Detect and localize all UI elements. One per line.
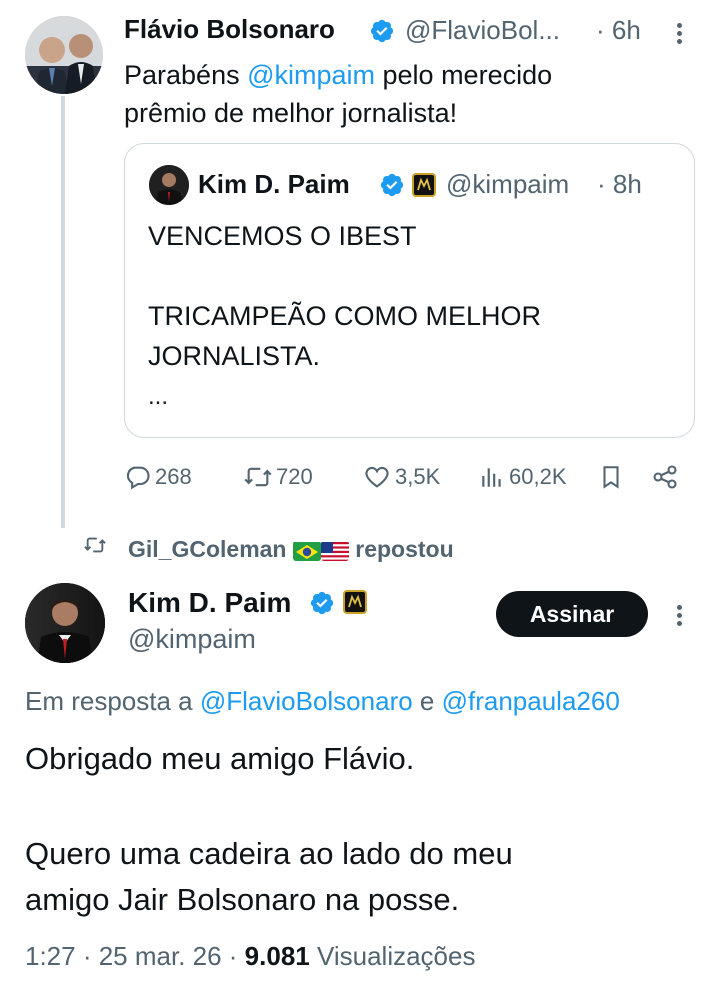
repost-label: repostou — [355, 536, 454, 562]
bookmark-icon — [603, 466, 619, 489]
like-button[interactable]: 3,5K — [362, 462, 440, 492]
views-count: 9.081 — [244, 941, 310, 971]
repost-bar[interactable]: Gil_GColeman repostou — [128, 536, 454, 563]
share-button[interactable] — [651, 462, 679, 492]
more-options-icon[interactable] — [677, 602, 682, 629]
author-name[interactable]: Kim D. Paim — [128, 587, 291, 619]
views-button[interactable]: 60,2K — [479, 462, 567, 492]
quote-text-ellipsis: ... — [148, 383, 169, 410]
reply-to-link[interactable]: @franpaula260 — [442, 686, 620, 716]
tweet-time[interactable]: · 6h — [596, 15, 641, 46]
reply-prefix: Em resposta a — [25, 686, 200, 716]
tweet-text-line: Obrigado meu amigo Flávio. — [25, 741, 415, 776]
tweet-timestamp[interactable]: 1:27 · 25 mar. 26 · — [25, 941, 245, 971]
tweet-text-part: Parabéns — [124, 60, 248, 90]
author-handle[interactable]: @FlavioBol... — [405, 15, 560, 46]
tweet-meta: 1:27 · 25 mar. 26 · 9.081 Visualizações — [25, 941, 475, 972]
avatar-kim[interactable] — [25, 583, 105, 663]
brazil-flag-icon — [292, 541, 321, 561]
avatar-flavio[interactable] — [25, 16, 103, 94]
affiliate-badge-icon — [343, 590, 367, 614]
quote-author-name[interactable]: Kim D. Paim — [198, 169, 350, 200]
reposter-name[interactable]: Gil_GColeman — [128, 536, 286, 562]
tweet-text-line: Quero uma cadeira ao lado do meu — [25, 836, 513, 871]
verified-badge-icon — [369, 18, 395, 44]
quote-text-line: JORNALISTA. — [148, 341, 321, 371]
mention-link[interactable]: @kimpaim — [247, 60, 375, 90]
quote-text-line: VENCEMOS O IBEST — [148, 221, 417, 251]
author-handle[interactable]: @kimpaim — [128, 624, 256, 655]
share-icon — [653, 465, 677, 489]
affiliate-badge-icon — [412, 173, 436, 197]
heart-icon — [365, 466, 389, 488]
author-name[interactable]: Flávio Bolsonaro — [124, 14, 335, 45]
quote-text-line: TRICAMPEÃO COMO MELHOR — [148, 301, 542, 331]
bookmark-button[interactable] — [598, 462, 624, 492]
views-label: Visualizações — [309, 941, 476, 971]
reply-button[interactable]: 268 — [124, 462, 192, 492]
tweet-text-line: amigo Jair Bolsonaro na posse. — [25, 882, 460, 917]
reply-to-link[interactable]: @FlavioBolsonaro — [200, 686, 413, 716]
quote-time[interactable]: · 8h — [597, 169, 642, 200]
analytics-icon — [482, 468, 501, 487]
tweet-text: Parabéns @kimpaim pelo merecido prêmio d… — [124, 56, 684, 132]
tweet-text-part: pelo merecido — [375, 60, 553, 90]
quote-author-handle[interactable]: @kimpaim — [446, 169, 569, 200]
repost-count: 720 — [276, 464, 313, 489]
more-options-icon[interactable] — [677, 20, 682, 47]
reply-count: 268 — [155, 464, 192, 489]
like-count: 3,5K — [395, 464, 441, 489]
reply-and: e — [412, 686, 442, 716]
reply-context: Em resposta a @FlavioBolsonaro e @franpa… — [25, 686, 620, 717]
repost-icon — [244, 467, 272, 487]
thread-line — [61, 96, 65, 528]
verified-badge-icon — [309, 590, 335, 616]
view-count: 60,2K — [509, 464, 567, 489]
reply-icon — [126, 466, 150, 490]
tweet-text-line: prêmio de melhor jornalista! — [124, 98, 458, 128]
avatar-kim-small[interactable] — [149, 165, 189, 205]
usa-flag-icon — [320, 541, 349, 561]
repost-indicator-icon — [82, 534, 108, 561]
verified-badge-icon — [379, 172, 405, 198]
repost-button[interactable]: 720 — [242, 462, 313, 492]
subscribe-button[interactable]: Assinar — [496, 591, 648, 637]
